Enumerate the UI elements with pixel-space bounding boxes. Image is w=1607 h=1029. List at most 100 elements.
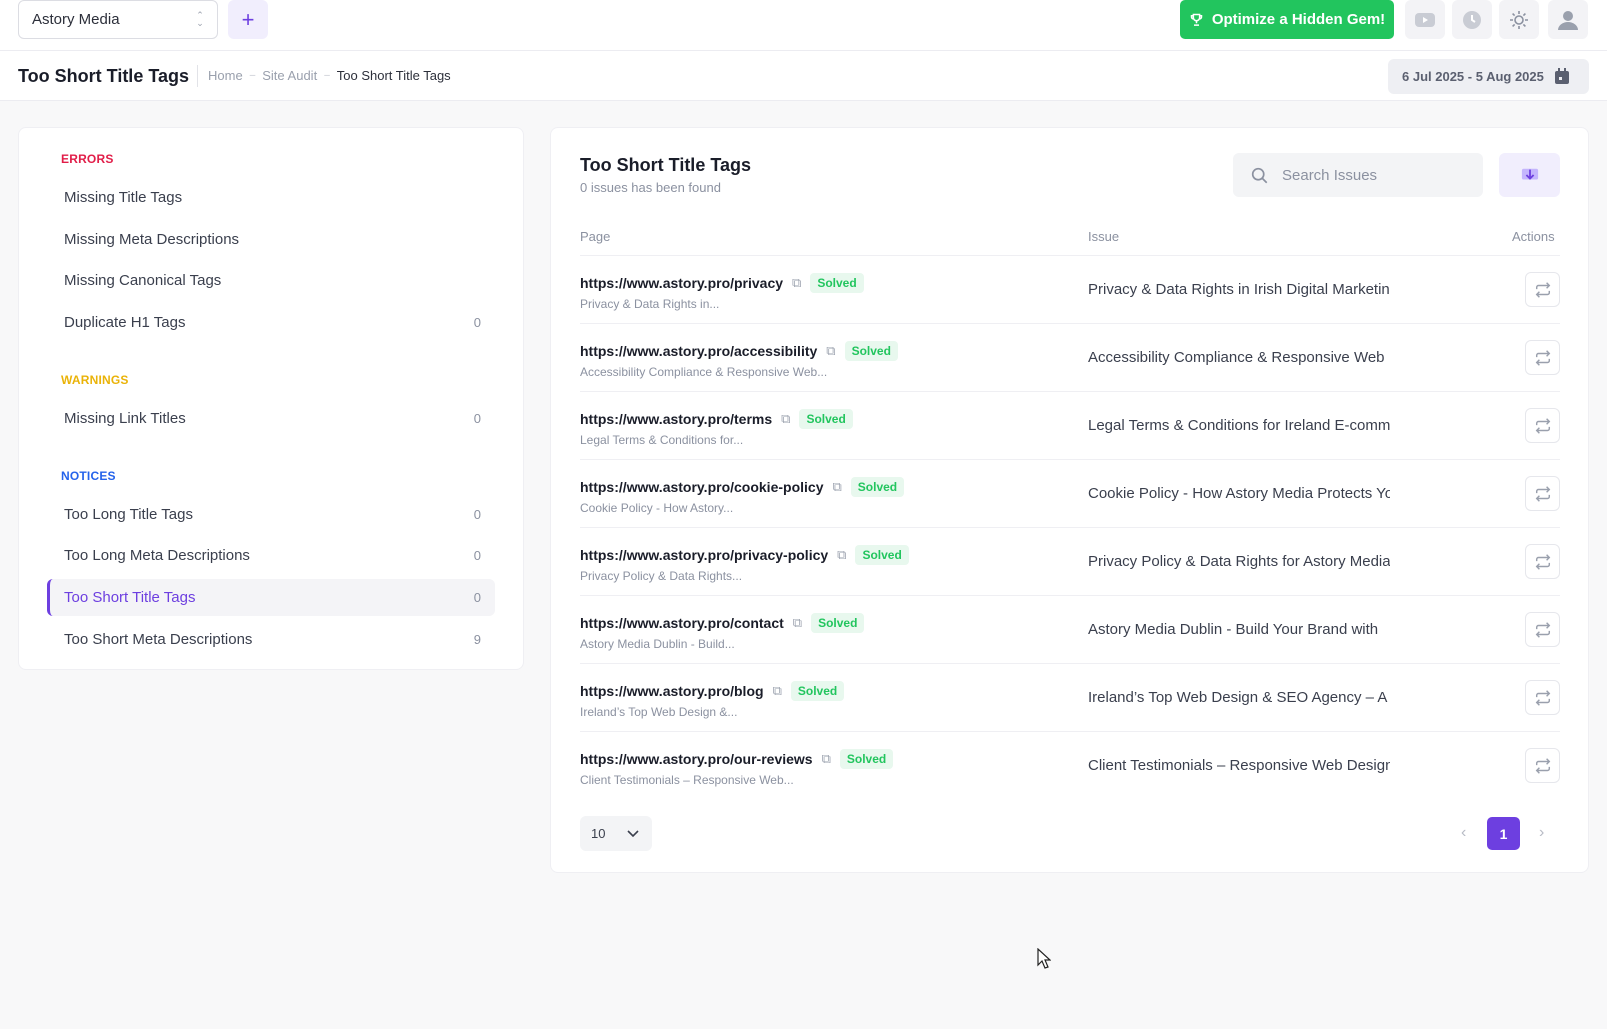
date-range-value: 6 Jul 2025 - 5 Aug 2025 [1402, 69, 1544, 84]
external-link-icon[interactable]: ⧉ [826, 343, 835, 359]
page-title-text: Astory Media Dublin - Build... [580, 637, 735, 651]
breadcrumb-home[interactable]: Home [208, 68, 243, 83]
recheck-button[interactable] [1525, 340, 1560, 375]
sun-icon [1510, 10, 1528, 29]
sidebar-item-duplicate-h1-tags[interactable]: Duplicate H1 Tags 0 [47, 304, 495, 341]
external-link-icon[interactable]: ⧉ [793, 615, 802, 631]
page-url-link[interactable]: https://www.astory.pro/contact ⧉ Solved [580, 613, 865, 633]
page-url-link[interactable]: https://www.astory.pro/privacy-policy ⧉ … [580, 545, 909, 565]
sidebar-item-too-short-title-tags[interactable]: Too Short Title Tags 0 [47, 579, 495, 616]
sub-header: Too Short Title Tags Home – Site Audit –… [0, 51, 1607, 101]
date-range-picker[interactable]: 6 Jul 2025 - 5 Aug 2025 [1388, 59, 1589, 94]
sidebar-item-label: Missing Meta Descriptions [64, 231, 240, 248]
optimize-label: Optimize a Hidden Gem! [1211, 11, 1386, 28]
group-title-notices: NOTICES [61, 469, 116, 483]
page-url-link[interactable]: https://www.astory.pro/terms ⧉ Solved [580, 409, 853, 429]
page-url-link[interactable]: https://www.astory.pro/blog ⧉ Solved [580, 681, 845, 701]
trophy-icon [1190, 13, 1203, 26]
repeat-icon [1535, 757, 1550, 774]
page-number-button[interactable]: 1 [1487, 817, 1520, 850]
status-badge: Solved [790, 681, 845, 701]
page-url: https://www.astory.pro/privacy-policy [580, 547, 829, 563]
theme-toggle-button[interactable] [1499, 0, 1539, 39]
profile-button[interactable] [1548, 0, 1588, 39]
page-url: https://www.astory.pro/cookie-policy [580, 479, 824, 495]
per-page-value: 10 [591, 826, 606, 841]
sidebar-item-missing-title-tags[interactable]: Missing Title Tags [47, 179, 495, 216]
search-icon [1251, 167, 1268, 183]
page-url-link[interactable]: https://www.astory.pro/cookie-policy ⧉ S… [580, 477, 905, 497]
issues-sidebar: ERRORS Missing Title Tags Missing Meta D… [18, 127, 524, 670]
sidebar-item-count: 0 [473, 507, 481, 522]
external-link-icon[interactable]: ⧉ [792, 275, 801, 291]
add-project-button[interactable]: + [228, 0, 268, 39]
issue-text: Privacy Policy & Data Rights for Astory … [1088, 553, 1390, 570]
issues-panel: Too Short Title Tags 0 issues has been f… [550, 127, 1589, 873]
per-page-select[interactable]: 10 [580, 816, 652, 851]
top-bar: Astory Media ⌃ ⌄ + Optimize a Hidden Gem! [0, 0, 1607, 51]
status-badge: Solved [811, 613, 865, 633]
breadcrumb-site-audit[interactable]: Site Audit [262, 68, 317, 83]
sidebar-item-label: Too Short Title Tags [64, 589, 196, 606]
sidebar-item-too-short-meta-descriptions[interactable]: Too Short Meta Descriptions 9 [47, 621, 495, 658]
search-input[interactable] [1282, 166, 1452, 184]
status-badge: Solved [855, 545, 909, 565]
recheck-button[interactable] [1525, 408, 1560, 443]
page-url: https://www.astory.pro/terms [580, 411, 773, 427]
repeat-icon [1535, 621, 1550, 638]
table-row: https://www.astory.pro/accessibility ⧉ S… [580, 323, 1560, 391]
group-title-warnings: WARNINGS [61, 373, 129, 387]
panel-title: Too Short Title Tags [580, 155, 751, 175]
page-title-text: Ireland’s Top Web Design &... [580, 705, 738, 719]
page-url-link[interactable]: https://www.astory.pro/our-reviews ⧉ Sol… [580, 749, 894, 769]
external-link-icon[interactable]: ⧉ [781, 411, 790, 427]
history-button[interactable] [1452, 0, 1492, 39]
breadcrumb-separator: – [324, 70, 330, 81]
sidebar-item-missing-meta-descriptions[interactable]: Missing Meta Descriptions [47, 221, 495, 258]
recheck-button[interactable] [1525, 544, 1560, 579]
issue-text: Ireland’s Top Web Design & SEO Agency – … [1088, 689, 1388, 706]
next-page-button[interactable]: › [1539, 824, 1544, 842]
table-row: https://www.astory.pro/terms ⧉ Solved Le… [580, 391, 1560, 459]
title-divider [197, 65, 198, 87]
external-link-icon[interactable]: ⧉ [773, 683, 782, 699]
status-badge: Solved [810, 273, 864, 293]
page-url: https://www.astory.pro/privacy [580, 275, 784, 291]
youtube-button[interactable] [1405, 0, 1445, 39]
breadcrumb: Home – Site Audit – Too Short Title Tags [208, 68, 451, 83]
external-link-icon[interactable]: ⧉ [822, 751, 831, 767]
recheck-button[interactable] [1525, 612, 1560, 647]
status-badge: Solved [850, 477, 905, 497]
recheck-button[interactable] [1525, 476, 1560, 511]
page-url: https://www.astory.pro/contact [580, 615, 784, 631]
page-title-text: Client Testimonials – Responsive Web... [580, 773, 794, 787]
issue-text: Astory Media Dublin - Build Your Brand w… [1088, 621, 1379, 638]
recheck-button[interactable] [1525, 680, 1560, 715]
recheck-button[interactable] [1525, 748, 1560, 783]
external-link-icon[interactable]: ⧉ [837, 547, 846, 563]
external-link-icon[interactable]: ⧉ [832, 479, 841, 495]
issue-text: Client Testimonials – Responsive Web Des… [1088, 757, 1390, 774]
page-url-link[interactable]: https://www.astory.pro/privacy ⧉ Solved [580, 273, 864, 293]
breadcrumb-separator: – [249, 70, 256, 81]
sidebar-item-missing-canonical-tags[interactable]: Missing Canonical Tags [47, 262, 495, 299]
recheck-button[interactable] [1525, 272, 1560, 307]
sidebar-item-count: 0 [473, 315, 481, 330]
page-url-link[interactable]: https://www.astory.pro/accessibility ⧉ S… [580, 341, 898, 361]
sidebar-item-missing-link-titles[interactable]: Missing Link Titles 0 [47, 400, 495, 437]
sidebar-item-too-long-meta-descriptions[interactable]: Too Long Meta Descriptions 0 [47, 537, 495, 574]
sidebar-item-too-long-title-tags[interactable]: Too Long Title Tags 0 [47, 496, 495, 533]
clock-icon [1463, 10, 1481, 29]
optimize-hidden-gem-button[interactable]: Optimize a Hidden Gem! [1180, 0, 1394, 39]
project-select[interactable]: Astory Media ⌃ ⌄ [18, 0, 218, 39]
prev-page-button[interactable]: ‹ [1461, 824, 1466, 842]
table-row: https://www.astory.pro/contact ⧉ Solved … [580, 595, 1560, 663]
page-url: https://www.astory.pro/blog [580, 683, 764, 699]
table-row: https://www.astory.pro/our-reviews ⧉ Sol… [580, 731, 1560, 799]
status-badge: Solved [844, 341, 898, 361]
table-row: https://www.astory.pro/blog ⧉ Solved Ire… [580, 663, 1560, 731]
column-header-issue: Issue [1088, 229, 1120, 244]
page-title-text: Cookie Policy - How Astory... [580, 501, 734, 515]
export-button[interactable] [1499, 153, 1560, 197]
page-title-text: Privacy Policy & Data Rights... [580, 569, 743, 583]
